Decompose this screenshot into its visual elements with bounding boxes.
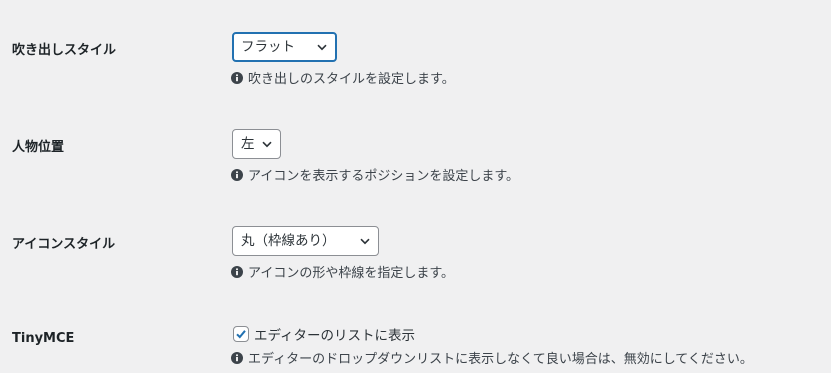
info-icon [231, 71, 243, 84]
checkmark-icon [236, 330, 246, 339]
person-position-description-text: アイコンを表示するポジションを設定します。 [248, 169, 520, 184]
balloon-style-value: フラット [241, 39, 295, 55]
balloon-style-description-text: 吹き出しのスタイルを設定します。 [248, 72, 455, 87]
info-icon [231, 265, 243, 278]
person-position-select[interactable]: 左 [232, 129, 281, 159]
balloon-style-description: 吹き出しのスタイルを設定します。 [231, 68, 455, 87]
info-icon [231, 168, 243, 181]
tinymce-description-text: エディターのドロップダウンリストに表示しなくて良い場合は、無効にしてください。 [248, 352, 753, 367]
person-position-value: 左 [241, 136, 255, 152]
tinymce-label: TinyMCE [12, 331, 75, 346]
chevron-down-icon [317, 34, 327, 60]
tinymce-checkbox-label[interactable]: エディターのリストに表示 [254, 324, 415, 344]
person-position-description: アイコンを表示するポジションを設定します。 [231, 165, 519, 184]
icon-style-description: アイコンの形や枠線を指定します。 [231, 262, 454, 281]
info-icon [231, 351, 243, 364]
tinymce-checkbox[interactable] [233, 326, 249, 342]
balloon-style-label: 吹き出しスタイル [12, 43, 117, 58]
tinymce-description: エディターのドロップダウンリストに表示しなくて良い場合は、無効にしてください。 [231, 348, 753, 367]
tinymce-checkbox-row[interactable]: エディターのリストに表示 [233, 324, 415, 344]
person-position-label: 人物位置 [12, 140, 65, 155]
chevron-down-icon [360, 227, 370, 255]
icon-style-label: アイコンスタイル [12, 237, 116, 252]
chevron-down-icon [262, 130, 272, 158]
icon-style-select[interactable]: 丸（枠線あり） [232, 226, 379, 256]
icon-style-value: 丸（枠線あり） [241, 233, 336, 249]
icon-style-description-text: アイコンの形や枠線を指定します。 [248, 266, 455, 281]
balloon-style-select[interactable]: フラット [232, 32, 337, 62]
